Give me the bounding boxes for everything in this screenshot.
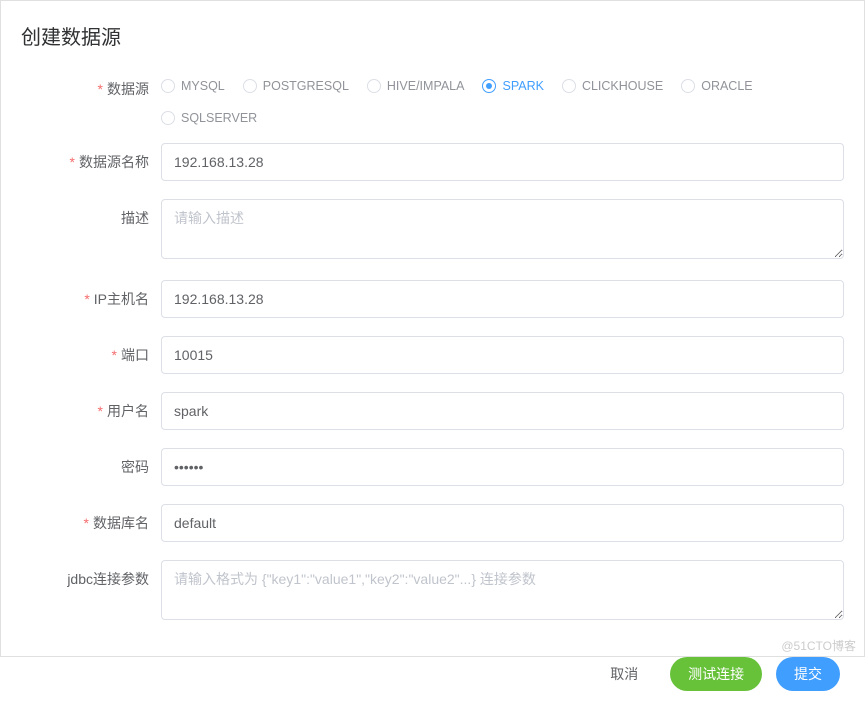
label-jdbc: jdbc连接参数 xyxy=(21,560,161,589)
radio-option-label: CLICKHOUSE xyxy=(582,79,663,93)
radio-circle-icon xyxy=(681,79,695,93)
username-input[interactable] xyxy=(161,392,844,430)
radio-circle-icon xyxy=(482,79,496,93)
label-username: 用户名 xyxy=(21,392,161,421)
label-ip: IP主机名 xyxy=(21,280,161,309)
modal-footer: 取消 测试连接 提交 xyxy=(1,651,864,707)
row-datasource-type: 数据源 MYSQL POSTGRESQL HIVE/IMPALA SPARK CLICK… xyxy=(21,70,844,125)
row-port: 端口 xyxy=(21,336,844,374)
cancel-button[interactable]: 取消 xyxy=(592,657,656,691)
radio-option-label: SQLSERVER xyxy=(181,111,257,125)
row-username: 用户名 xyxy=(21,392,844,430)
label-dbname: 数据库名 xyxy=(21,504,161,533)
row-dbname: 数据库名 xyxy=(21,504,844,542)
radio-circle-icon xyxy=(161,111,175,125)
radio-option-label: MYSQL xyxy=(181,79,225,93)
port-input[interactable] xyxy=(161,336,844,374)
test-connection-button[interactable]: 测试连接 xyxy=(670,657,762,691)
row-name: 数据源名称 xyxy=(21,143,844,181)
datasource-type-radio-group: MYSQL POSTGRESQL HIVE/IMPALA SPARK CLICKHOUS… xyxy=(161,70,844,125)
modal-title: 创建数据源 xyxy=(21,27,121,49)
create-datasource-modal: 创建数据源 数据源 MYSQL POSTGRESQL HIVE/IMPALA SPAR… xyxy=(0,0,865,657)
modal-header: 创建数据源 xyxy=(1,1,864,60)
row-jdbc: jdbc连接参数 xyxy=(21,560,844,623)
radio-circle-icon xyxy=(562,79,576,93)
radio-circle-icon xyxy=(367,79,381,93)
row-password: 密码 xyxy=(21,448,844,486)
label-port: 端口 xyxy=(21,336,161,365)
modal-body: 数据源 MYSQL POSTGRESQL HIVE/IMPALA SPARK CLICK… xyxy=(1,60,864,651)
radio-option-label: HIVE/IMPALA xyxy=(387,79,465,93)
radio-circle-icon xyxy=(161,79,175,93)
radio-option-spark[interactable]: SPARK xyxy=(482,79,543,93)
name-input[interactable] xyxy=(161,143,844,181)
description-textarea[interactable] xyxy=(161,199,844,259)
radio-option-oracle[interactable]: ORACLE xyxy=(681,79,752,93)
radio-option-label: SPARK xyxy=(502,79,543,93)
submit-button[interactable]: 提交 xyxy=(776,657,840,691)
dbname-input[interactable] xyxy=(161,504,844,542)
radio-circle-icon xyxy=(243,79,257,93)
radio-option-clickhouse[interactable]: CLICKHOUSE xyxy=(562,79,663,93)
radio-option-postgresql[interactable]: POSTGRESQL xyxy=(243,79,349,93)
radio-option-label: ORACLE xyxy=(701,79,752,93)
label-description: 描述 xyxy=(21,199,161,228)
row-description: 描述 xyxy=(21,199,844,262)
radio-option-hive-impala[interactable]: HIVE/IMPALA xyxy=(367,79,465,93)
row-ip: IP主机名 xyxy=(21,280,844,318)
label-datasource-type: 数据源 xyxy=(21,70,161,99)
radio-option-mysql[interactable]: MYSQL xyxy=(161,79,225,93)
label-name: 数据源名称 xyxy=(21,143,161,172)
jdbc-textarea[interactable] xyxy=(161,560,844,620)
ip-input[interactable] xyxy=(161,280,844,318)
label-password: 密码 xyxy=(21,448,161,477)
radio-option-sqlserver[interactable]: SQLSERVER xyxy=(161,111,257,125)
password-input[interactable] xyxy=(161,448,844,486)
radio-option-label: POSTGRESQL xyxy=(263,79,349,93)
